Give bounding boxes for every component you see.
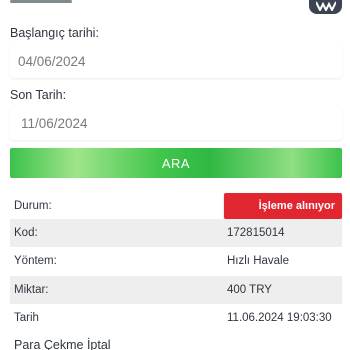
- date-row: Tarih 11.06.2024 19:03:30: [10, 304, 342, 332]
- amount-value: 400 TRY: [227, 284, 272, 296]
- end-date-label: Son Tarih:: [10, 88, 67, 102]
- status-badge: İşleme alınıyor: [224, 193, 342, 219]
- code-label: Kod:: [14, 227, 38, 239]
- amount-label: Miktar:: [14, 284, 49, 296]
- method-label: Yöntem:: [14, 255, 57, 267]
- method-row: Yöntem: Hızlı Havale: [10, 247, 342, 275]
- end-date-value: 11/06/2024: [21, 115, 88, 131]
- date-value: 11.06.2024 19:03:30: [227, 312, 332, 324]
- date-label: Tarih: [14, 312, 39, 324]
- amount-row: Miktar: 400 TRY: [10, 276, 342, 304]
- withdrawal-cancel-title: Para Çekme İptal: [14, 338, 111, 350]
- top-strip: [0, 0, 350, 14]
- code-row: Kod: 172815014: [10, 219, 342, 247]
- start-date-label: Başlangıç tarihi:: [10, 26, 99, 40]
- code-value: 172815014: [227, 227, 285, 239]
- method-value: Hızlı Havale: [227, 255, 289, 267]
- end-date-field[interactable]: 11/06/2024: [10, 106, 342, 140]
- top-divider: [10, 0, 72, 3]
- start-date-field[interactable]: 04/06/2024: [10, 44, 342, 78]
- start-date-value: 04/06/2024: [18, 53, 86, 69]
- search-button[interactable]: ARA: [10, 148, 342, 178]
- brand-logo-icon[interactable]: [309, 0, 342, 14]
- status-label: Durum:: [14, 200, 52, 212]
